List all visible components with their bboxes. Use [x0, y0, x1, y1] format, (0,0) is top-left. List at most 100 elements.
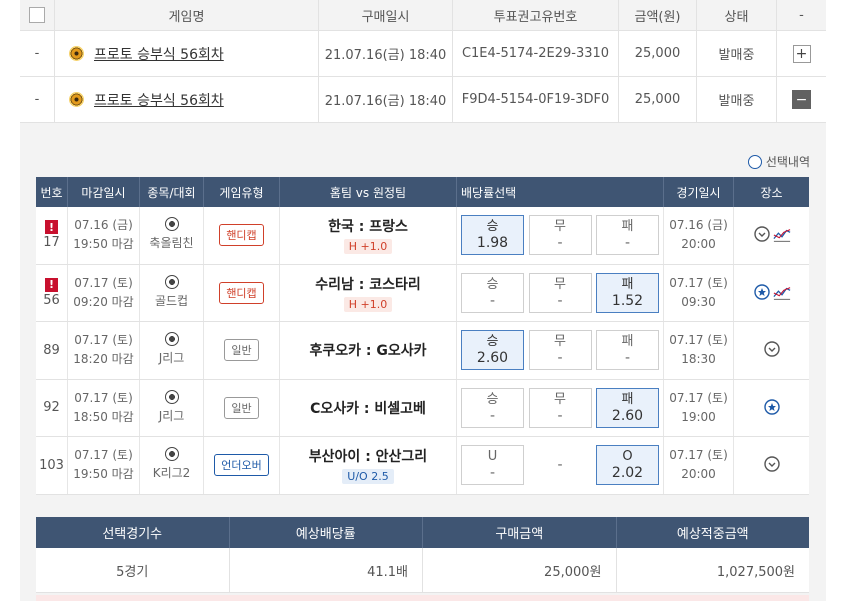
location-pin-icon[interactable]	[763, 456, 781, 474]
row-dash: -	[20, 31, 55, 76]
close-time: 19:50 마감	[73, 237, 134, 252]
soccer-ball-icon	[164, 447, 179, 462]
col-amount: 금액(원)	[619, 0, 697, 30]
odds-label: 패	[621, 391, 634, 407]
games-table: 번호 마감일시 종목/대회 게임유형 홈팀 vs 원정팀 배당률선택 경기일시 …	[36, 177, 809, 495]
teams: 후쿠오카 : G오사카	[309, 343, 427, 360]
game-no-cell: 89	[36, 322, 68, 379]
game-number: 17	[43, 235, 60, 251]
proto-target-icon	[69, 46, 84, 61]
odds-lose[interactable]: 패-	[596, 330, 659, 371]
collapse-button[interactable]: −	[792, 90, 811, 109]
odds-draw[interactable]: 무-	[528, 330, 592, 371]
game-name-link[interactable]: 프로토 승부식 56회차	[94, 90, 224, 110]
odds-under[interactable]: U-	[461, 445, 524, 486]
col-no: 번호	[36, 177, 68, 207]
game-date: 07.16 (금)	[669, 218, 728, 233]
location-pin-icon[interactable]	[753, 226, 771, 244]
odds-label: 무	[554, 276, 566, 292]
stats-chart-icon[interactable]	[772, 226, 791, 244]
game-time: 18:30	[681, 352, 716, 367]
select-all-checkbox[interactable]	[29, 7, 45, 23]
location-pin-icon[interactable]	[763, 341, 781, 359]
close-cell: 07.16 (금) 19:50 마감	[68, 207, 140, 264]
game-name-link[interactable]: 프로토 승부식 56회차	[94, 44, 224, 64]
amount: 25,000	[619, 31, 697, 76]
odds-win[interactable]: 승 1.98	[461, 215, 524, 256]
expected-win-amount: 1,027,500원	[716, 564, 795, 580]
odds-label: 승	[486, 219, 499, 235]
sport-cell: 골드컵	[140, 264, 204, 321]
stats-chart-icon[interactable]	[772, 284, 791, 302]
close-time: 18:20 마감	[73, 352, 134, 367]
odds-lose[interactable]: 패 1.52	[596, 272, 659, 313]
odds-win[interactable]: 승-	[461, 272, 524, 313]
game-time: 20:00	[681, 467, 716, 482]
game-number: 56	[43, 292, 60, 308]
odds-win[interactable]: 승-	[461, 387, 524, 428]
sport-cell: 축올림친	[140, 207, 204, 264]
toggle-cell: +	[777, 31, 826, 76]
col-ticket-code: 투표권고유번호	[453, 0, 619, 30]
odds-label: 패	[621, 334, 634, 350]
odds-draw[interactable]: 무-	[528, 215, 592, 256]
game-no-cell: ! 56	[36, 264, 68, 321]
league-name: 축올림친	[149, 236, 194, 251]
game-type-badge: 핸디캡	[219, 281, 264, 304]
game-no-cell: ! 17	[36, 207, 68, 264]
col-selected-count: 선택경기수	[36, 517, 230, 548]
game-name-cell: 프로토 승부식 56회차	[55, 77, 319, 122]
odds-value: -	[489, 407, 496, 424]
col-purchase-date: 구매일시	[319, 0, 453, 30]
game-time: 19:00	[681, 409, 716, 424]
location-pin-star-icon[interactable]	[753, 284, 771, 302]
odds-value: -	[557, 407, 563, 424]
game-type-badge: 언더오버	[214, 454, 269, 477]
odds-value: -	[624, 235, 631, 252]
odds-value: 2.60	[611, 407, 644, 424]
league-name: J리그	[158, 408, 185, 423]
odds-middle: -	[528, 445, 592, 486]
purchase-date: 21.07.16(금) 18:40	[319, 31, 453, 76]
teams-cell: 부산아이 : 안산그리 U/O 2.5	[280, 437, 457, 494]
type-cell: 핸디캡	[204, 264, 280, 321]
odds-win[interactable]: 승 2.60	[461, 330, 524, 371]
sport-cell: J리그	[140, 379, 204, 436]
teams: C오사카 : 비셀고베	[310, 400, 426, 417]
odds-draw[interactable]: 무-	[528, 387, 592, 428]
close-date: 07.17 (토)	[74, 448, 133, 463]
game-number: 92	[43, 400, 60, 416]
odds-lose[interactable]: 패 2.60	[596, 387, 659, 428]
odds-lose[interactable]: 패-	[596, 215, 659, 256]
close-time: 18:50 마감	[73, 409, 134, 424]
game-type-badge: 일반	[224, 396, 259, 419]
odds-draw[interactable]: 무-	[528, 272, 592, 313]
sport-cell: J리그	[140, 322, 204, 379]
odds-label: 승	[486, 276, 499, 292]
col-type: 게임유형	[204, 177, 280, 207]
odds-value: 2.60	[476, 350, 509, 367]
purchase-row: - 프로토 승부식 56회차 21.07.16(금) 18:40 F9D4-51…	[20, 77, 826, 123]
odds-value: -	[557, 292, 563, 309]
col-expected-win: 예상적중금액	[676, 527, 749, 542]
teams-cell: 후쿠오카 : G오사카	[280, 322, 457, 379]
purchase-row: - 프로토 승부식 56회차 21.07.16(금) 18:40 C1E4-51…	[20, 31, 826, 77]
place-cell	[734, 265, 809, 322]
summary-table: 선택경기수 예상배당률 구매금액 예상적중금액 5경기 41.1배 25,000…	[36, 517, 809, 593]
col-teams: 홈팀 vs 원정팀	[280, 177, 457, 207]
games-header-row: 번호 마감일시 종목/대회 게임유형 홈팀 vs 원정팀 배당률선택 경기일시 …	[36, 177, 809, 207]
status: 발매중	[697, 31, 777, 76]
odds-label: 무	[554, 391, 566, 407]
expand-button[interactable]: +	[792, 44, 811, 63]
close-date: 07.17 (토)	[74, 333, 133, 348]
type-cell: 일반	[204, 379, 280, 436]
location-pin-star-icon[interactable]	[763, 399, 781, 417]
game-date: 07.17 (토)	[669, 275, 728, 290]
amount: 25,000	[619, 77, 697, 122]
selection-history-toggle[interactable]: 선택내역	[747, 153, 810, 170]
proto-target-icon	[69, 92, 84, 107]
odds-over[interactable]: O 2.02	[596, 445, 659, 486]
odds-value: 2.02	[611, 465, 644, 482]
col-close: 마감일시	[68, 177, 140, 207]
handicap-badge: H +1.0	[343, 239, 393, 255]
